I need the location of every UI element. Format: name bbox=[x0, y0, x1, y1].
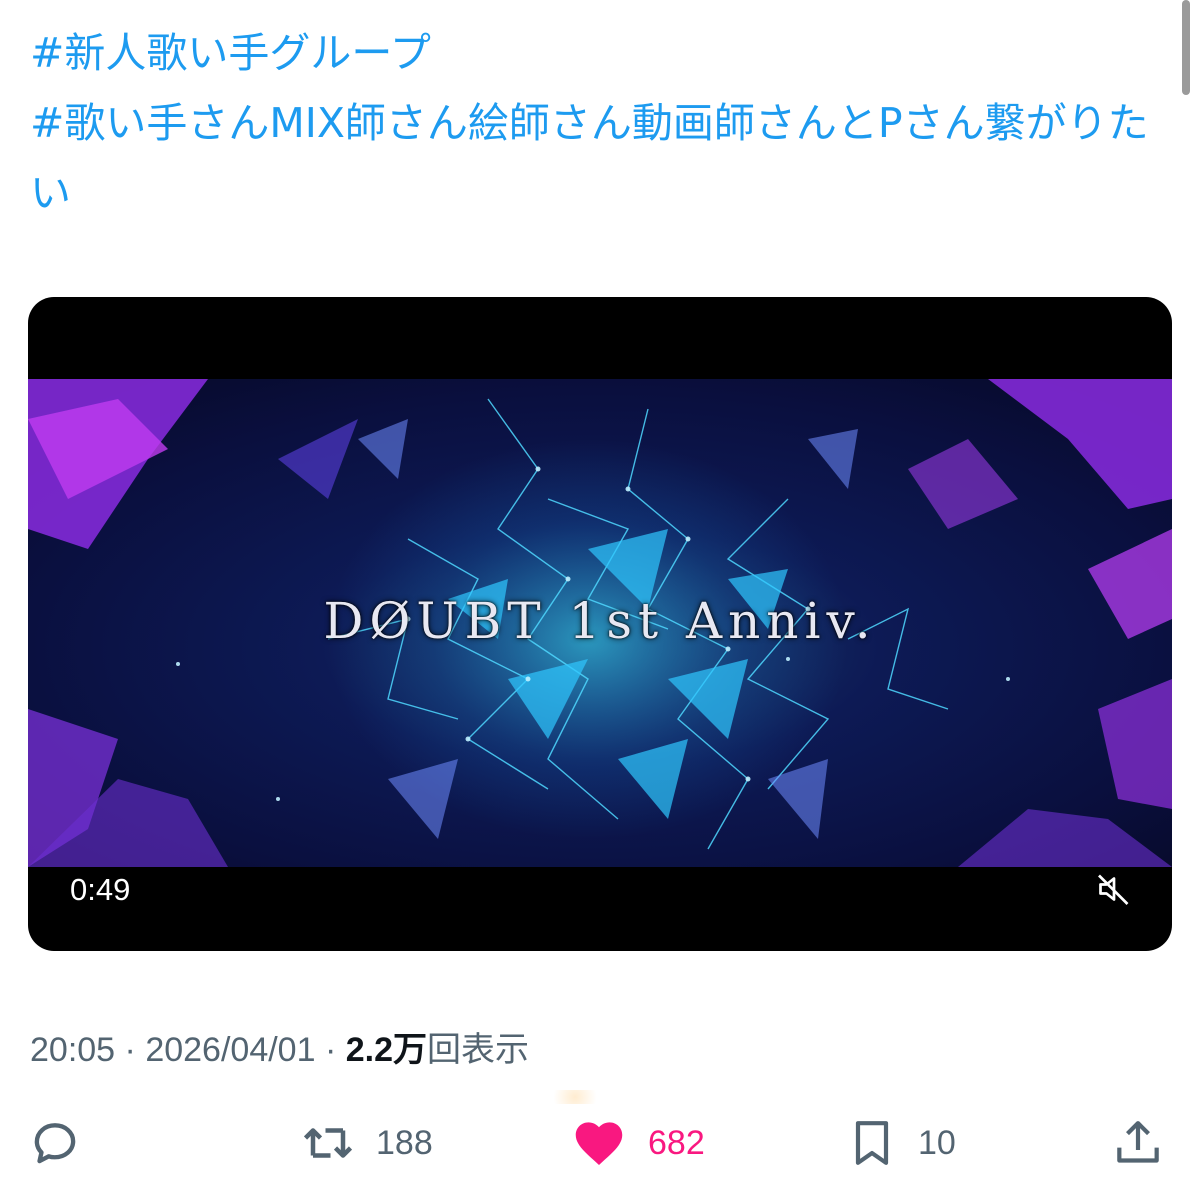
post-text: #新人歌い手グループ #歌い手さんMIX師さん絵師さん動画師さんとPさん繋がりた… bbox=[30, 18, 1160, 228]
video-player[interactable]: DØUBT 1st Anniv. 0:49 bbox=[28, 297, 1172, 951]
view-count: 2.2万 bbox=[345, 1031, 427, 1069]
share-button[interactable] bbox=[1110, 1108, 1166, 1178]
post-time: 20:05 bbox=[30, 1031, 116, 1069]
scrollbar[interactable] bbox=[1182, 0, 1190, 95]
view-count-label: 回表示 bbox=[427, 1031, 529, 1069]
like-count: 682 bbox=[648, 1123, 705, 1162]
meta-separator: · bbox=[324, 1031, 337, 1069]
meta-separator: · bbox=[124, 1031, 136, 1069]
hashtag-link-1[interactable]: #新人歌い手グループ bbox=[30, 18, 1160, 88]
post-date: 2026/04/01 bbox=[145, 1031, 316, 1069]
like-button[interactable]: 682 bbox=[568, 1108, 705, 1178]
share-icon bbox=[1117, 1121, 1159, 1163]
action-bar: 188 682 10 bbox=[0, 1108, 1200, 1178]
sparkle-decoration bbox=[545, 1090, 605, 1104]
retweet-count: 188 bbox=[376, 1123, 433, 1162]
video-duration: 0:49 bbox=[70, 872, 131, 907]
reply-button[interactable] bbox=[26, 1108, 84, 1178]
heart-icon bbox=[575, 1122, 623, 1165]
hashtag-link-2[interactable]: #歌い手さんMIX師さん絵師さん動画師さんとPさん繋がりたい bbox=[30, 88, 1160, 228]
retweet-icon bbox=[303, 1128, 353, 1158]
bookmark-button[interactable]: 10 bbox=[844, 1108, 956, 1178]
speaker-muted-icon bbox=[1098, 874, 1129, 905]
retweet-button[interactable]: 188 bbox=[298, 1108, 433, 1178]
bookmark-icon bbox=[855, 1121, 889, 1165]
speech-bubble-icon bbox=[34, 1123, 76, 1164]
video-title-overlay: DØUBT 1st Anniv. bbox=[323, 592, 877, 650]
post-meta: 20:05 · 2026/04/01 · 2.2万回表示 bbox=[30, 1022, 529, 1071]
mute-button[interactable] bbox=[1090, 865, 1138, 913]
bookmark-count: 10 bbox=[918, 1123, 956, 1162]
